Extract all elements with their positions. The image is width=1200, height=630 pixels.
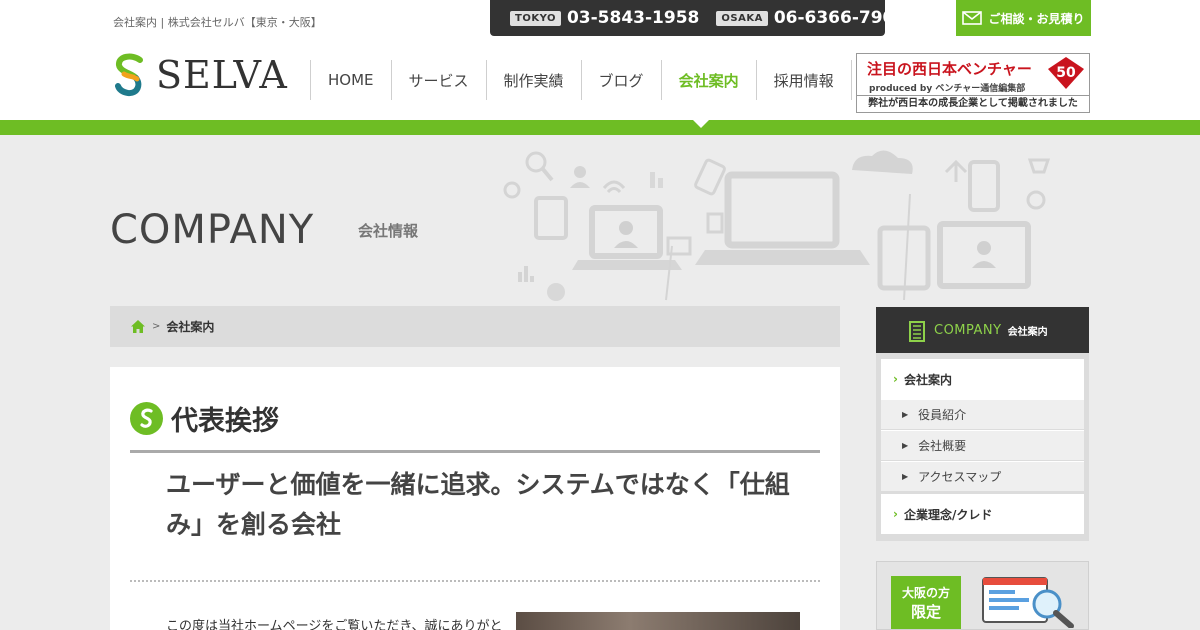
venture-produced-by: produced by ベンチャー通信編集部: [869, 84, 1026, 94]
selva-logo-icon: [115, 53, 143, 97]
representative-photo: [516, 612, 800, 630]
phone-city-tokyo: TOKYO: [510, 10, 561, 26]
dotted-divider: [130, 580, 820, 582]
sidebar-subitem-officers[interactable]: ▶ 役員紹介: [881, 399, 1084, 429]
sidebar-subitem-label: 会社概要: [918, 439, 967, 453]
sidebar-header-jp: 会社案内: [1007, 326, 1048, 338]
greeting-text: この度は当社ホームページをご覧いただき、誠にありがと: [166, 619, 503, 630]
sidebar-subitem-access[interactable]: ▶ アクセスマップ: [881, 461, 1084, 491]
nav-item-recruit[interactable]: 採用情報: [755, 60, 852, 100]
venture-title: 注目の西日本ベンチャー: [867, 58, 1032, 79]
section-title: 代表挨拶: [171, 406, 279, 437]
phone-bar: TOKYO 03-5843-1958 OSAKA 06-6366-7906: [490, 0, 906, 36]
sidebar-subitem-label: アクセスマップ: [918, 470, 1002, 484]
active-nav-pointer: [693, 120, 709, 128]
triangle-right-icon: ▶: [902, 441, 909, 450]
nav-accent-bar: [0, 120, 1200, 135]
breadcrumb: > 会社案内: [110, 306, 840, 347]
selva-circle-icon: [130, 402, 163, 435]
sidebar-header-en: COMPANY: [934, 322, 1002, 338]
breadcrumb-separator: >: [152, 321, 161, 332]
chevron-right-icon: ›: [893, 507, 898, 521]
nav-item-home[interactable]: HOME: [310, 60, 391, 100]
nav-item-blog[interactable]: ブログ: [580, 60, 661, 100]
phone-number-osaka[interactable]: 06-6366-7906: [774, 8, 906, 28]
sidebar-item-philosophy[interactable]: › 企業理念/クレド: [881, 494, 1084, 534]
site-tagline: 会社案内 | 株式会社セルバ【東京・大阪】: [113, 16, 322, 29]
hero-subtitle: 会社情報: [358, 222, 419, 240]
venture-badge-number: 50: [1056, 65, 1076, 81]
sidebar-item-label: 会社案内: [903, 372, 952, 387]
sidebar-header: COMPANY 会社案内: [876, 307, 1089, 353]
nav-item-service[interactable]: サービス: [390, 60, 486, 100]
sidebar-subitem-overview[interactable]: ▶ 会社概要: [881, 430, 1084, 460]
nav-item-works[interactable]: 制作実績: [485, 60, 581, 100]
hero-title: COMPANY: [110, 207, 315, 253]
main-nav: HOME サービス 制作実績 ブログ 会社案内 採用情報: [310, 60, 852, 100]
page-hero: COMPANY 会社情報: [0, 135, 1200, 305]
osaka-badge: 大阪の方 限定: [891, 576, 961, 629]
venture-title-suffix: ベンチャー: [957, 60, 1032, 78]
main-content: 代表挨拶 ユーザーと価値を一緒に追求。システムではなく「仕組み」を創る会社 この…: [110, 367, 840, 630]
sidebar-subitem-label: 役員紹介: [918, 408, 967, 422]
section-heading: 代表挨拶: [130, 399, 279, 438]
lead-statement: ユーザーと価値を一緒に追求。システムではなく「仕組み」を創る会社: [166, 470, 790, 539]
sidebar-menu: › 会社案内 ▶ 役員紹介 ▶ 会社概要 ▶ アクセスマップ › 企業理念/クレ…: [876, 353, 1089, 541]
venture-badge-icon: 50: [1048, 57, 1084, 89]
venture-title-highlight: 西日本: [912, 60, 958, 78]
triangle-right-icon: ▶: [902, 410, 909, 419]
contact-button-label: ご相談・お見積り: [988, 11, 1085, 26]
sidebar-item-company[interactable]: › 会社案内: [881, 359, 1084, 399]
venture-title-prefix: 注目の: [867, 60, 913, 78]
sidebar-item-label: 企業理念/クレド: [903, 507, 993, 522]
phone-number-tokyo[interactable]: 03-5843-1958: [567, 8, 699, 28]
triangle-right-icon: ▶: [902, 472, 909, 481]
contact-button[interactable]: ご相談・お見積り: [956, 0, 1091, 36]
phone-city-osaka: OSAKA: [716, 10, 768, 26]
venture-caption: 弊社が西日本の成長企業として掲載されました: [857, 95, 1089, 112]
site-logo[interactable]: SELVA: [110, 52, 288, 98]
home-icon[interactable]: [130, 319, 146, 334]
osaka-badge-line1: 大阪の方: [901, 586, 950, 600]
breadcrumb-current: 会社案内: [166, 320, 215, 334]
venture-banner[interactable]: 注目の西日本ベンチャー 50 produced by ベンチャー通信編集部 弊社…: [856, 53, 1090, 113]
section-divider: [130, 450, 820, 453]
nav-item-company[interactable]: 会社案内: [660, 60, 756, 100]
site-header: 会社案内 | 株式会社セルバ【東京・大阪】 TOKYO 03-5843-1958…: [0, 0, 1200, 120]
logo-wordmark: SELVA: [156, 53, 288, 97]
osaka-badge-line2: 限定: [910, 603, 941, 621]
web-analysis-icon: [982, 577, 1074, 628]
devices-illustration: [503, 150, 1051, 301]
building-icon: [909, 321, 925, 342]
mail-icon: [962, 11, 983, 25]
osaka-limited-banner[interactable]: 大阪の方 限定: [876, 561, 1089, 630]
chevron-right-icon: ›: [893, 372, 898, 386]
